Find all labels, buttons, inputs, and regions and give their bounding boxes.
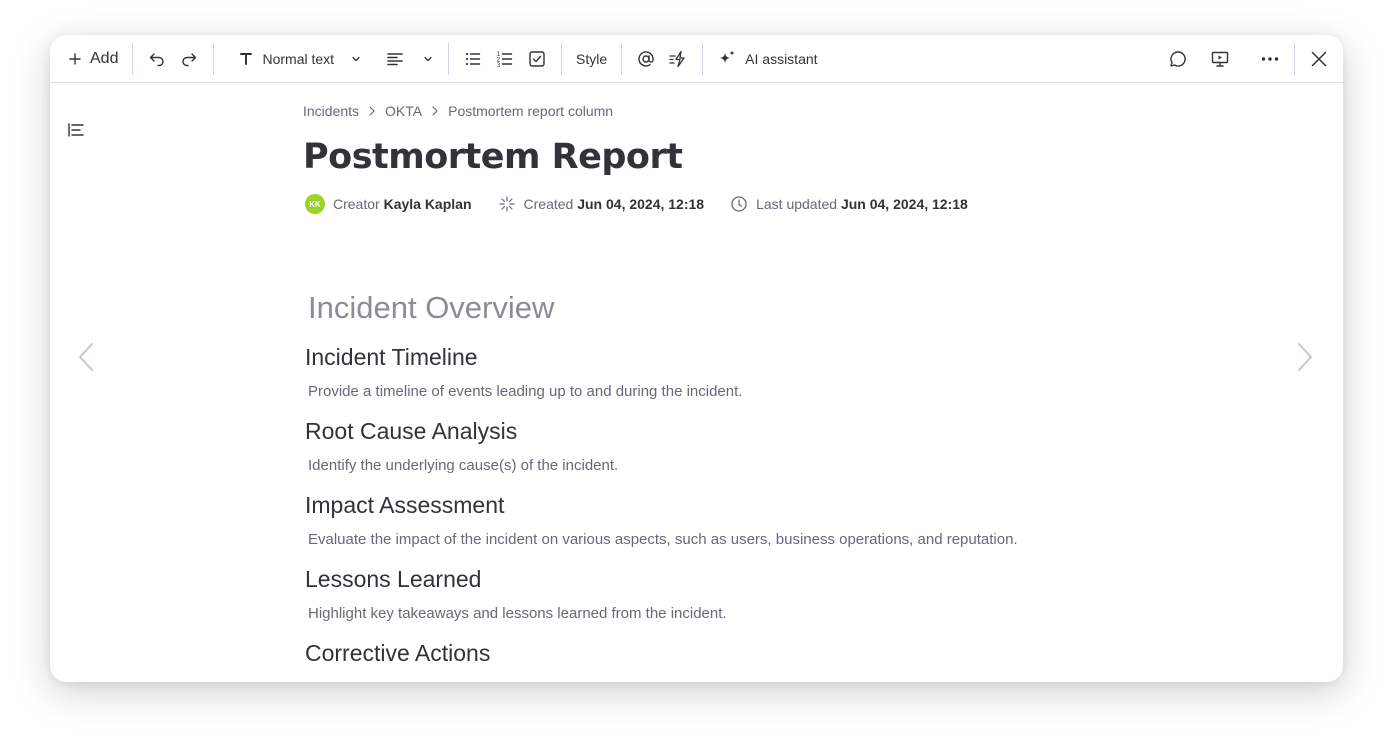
- toolbar-divider: [1294, 43, 1295, 75]
- section-title[interactable]: Root Cause Analysis: [305, 415, 1123, 447]
- close-button[interactable]: [1301, 43, 1337, 75]
- lightning-icon: [669, 50, 685, 67]
- automation-button[interactable]: [662, 43, 694, 75]
- sparkle-burst-icon: [498, 196, 515, 212]
- comment-button[interactable]: [1160, 43, 1196, 75]
- section-text[interactable]: Evaluate the impact of the incident on v…: [308, 530, 1123, 550]
- comment-icon: [1170, 51, 1186, 67]
- chevron-left-icon: [79, 343, 93, 371]
- avatar[interactable]: KK: [305, 194, 325, 214]
- creator-label: Creator: [333, 196, 380, 212]
- redo-button[interactable]: [173, 43, 205, 75]
- breadcrumb: Incidents OKTA Postmortem report column: [303, 102, 1123, 120]
- more-options-button[interactable]: [1252, 43, 1288, 75]
- clock-icon: [731, 196, 747, 212]
- chevron-right-icon: [1298, 343, 1312, 371]
- creator-info: KK Creator Kayla Kaplan: [305, 194, 472, 214]
- document-content: Incidents OKTA Postmortem report column …: [303, 83, 1123, 669]
- mention-button[interactable]: [630, 43, 662, 75]
- text-style-dropdown[interactable]: Normal text: [232, 43, 368, 75]
- toolbar-right: [1160, 35, 1343, 83]
- toolbar-divider: [448, 42, 450, 75]
- toolbar-divider: [213, 42, 215, 75]
- toolbar-divider: [132, 42, 134, 75]
- section-title[interactable]: Corrective Actions: [305, 637, 1123, 669]
- align-left-icon: [387, 52, 403, 65]
- ai-assistant-label: AI assistant: [745, 50, 818, 67]
- chevron-down-icon: [424, 56, 432, 61]
- section-title[interactable]: Impact Assessment: [305, 489, 1123, 521]
- toolbar-divider: [561, 42, 563, 75]
- chevron-down-icon: [352, 56, 360, 61]
- section-title[interactable]: Incident Timeline: [305, 341, 1123, 373]
- present-button[interactable]: [1202, 43, 1238, 75]
- numbered-list-icon: 123: [497, 51, 513, 69]
- section-text[interactable]: Highlight key takeaways and lessons lear…: [308, 604, 1123, 624]
- updated-label: Last updated: [756, 196, 838, 212]
- presentation-icon: [1211, 51, 1229, 67]
- undo-button[interactable]: [141, 43, 173, 75]
- doc-heading[interactable]: Incident Overview: [308, 288, 1123, 328]
- created-info: Created Jun 04, 2024, 12:18: [498, 195, 705, 213]
- close-icon: [1311, 51, 1327, 67]
- created-label: Created: [523, 196, 574, 212]
- sparkle-icon: [720, 50, 735, 63]
- at-icon: [638, 50, 654, 67]
- document-meta: KK Creator Kayla Kaplan Created Jun 04, …: [305, 194, 1123, 214]
- plus-icon: [69, 52, 81, 65]
- svg-text:3: 3: [497, 62, 501, 69]
- document-body[interactable]: Incident Overview Incident Timeline Prov…: [305, 288, 1123, 669]
- bullet-list-icon: [465, 52, 481, 65]
- add-button[interactable]: Add: [62, 43, 124, 75]
- numbered-list-button[interactable]: 123: [489, 43, 521, 75]
- breadcrumb-item[interactable]: Postmortem report column: [448, 103, 613, 119]
- checklist-icon: [529, 50, 545, 67]
- bullet-list-button[interactable]: [457, 43, 489, 75]
- add-label: Add: [90, 49, 119, 67]
- breadcrumb-item[interactable]: OKTA: [385, 103, 422, 119]
- outline-toggle-button[interactable]: [66, 120, 86, 145]
- toolbar-divider: [621, 42, 623, 75]
- created-value: Jun 04, 2024, 12:18: [577, 196, 705, 212]
- checklist-button[interactable]: [521, 43, 553, 75]
- toolbar-divider: [702, 42, 704, 75]
- style-label: Style: [576, 50, 608, 67]
- document-window: Add Normal text 123 Style AI assistant I…: [50, 35, 1343, 682]
- style-button[interactable]: Style: [570, 43, 613, 75]
- previous-arrow-button[interactable]: [74, 341, 98, 378]
- updated-value: Jun 04, 2024, 12:18: [840, 196, 968, 212]
- next-arrow-button[interactable]: [1293, 341, 1317, 378]
- editor-toolbar: Add Normal text 123 Style AI assistant: [50, 35, 1343, 83]
- alignment-dropdown[interactable]: [380, 43, 440, 75]
- section-title[interactable]: Lessons Learned: [305, 563, 1123, 595]
- text-type-icon: [240, 52, 253, 65]
- ai-assistant-button[interactable]: AI assistant: [711, 43, 823, 75]
- section-text[interactable]: Provide a timeline of events leading up …: [308, 382, 1123, 402]
- chevron-right-icon: [430, 105, 440, 117]
- section-text[interactable]: Identify the underlying cause(s) of the …: [308, 456, 1123, 476]
- breadcrumb-item[interactable]: Incidents: [303, 103, 359, 119]
- more-icon: [1261, 57, 1279, 61]
- redo-icon: [182, 52, 197, 66]
- chevron-right-icon: [367, 105, 377, 117]
- updated-info: Last updated Jun 04, 2024, 12:18: [730, 195, 968, 213]
- undo-icon: [150, 52, 165, 66]
- creator-name: Kayla Kaplan: [383, 196, 472, 212]
- text-style-label: Normal text: [262, 50, 335, 67]
- page-title[interactable]: Postmortem Report: [303, 132, 1123, 182]
- outline-icon: [68, 123, 84, 137]
